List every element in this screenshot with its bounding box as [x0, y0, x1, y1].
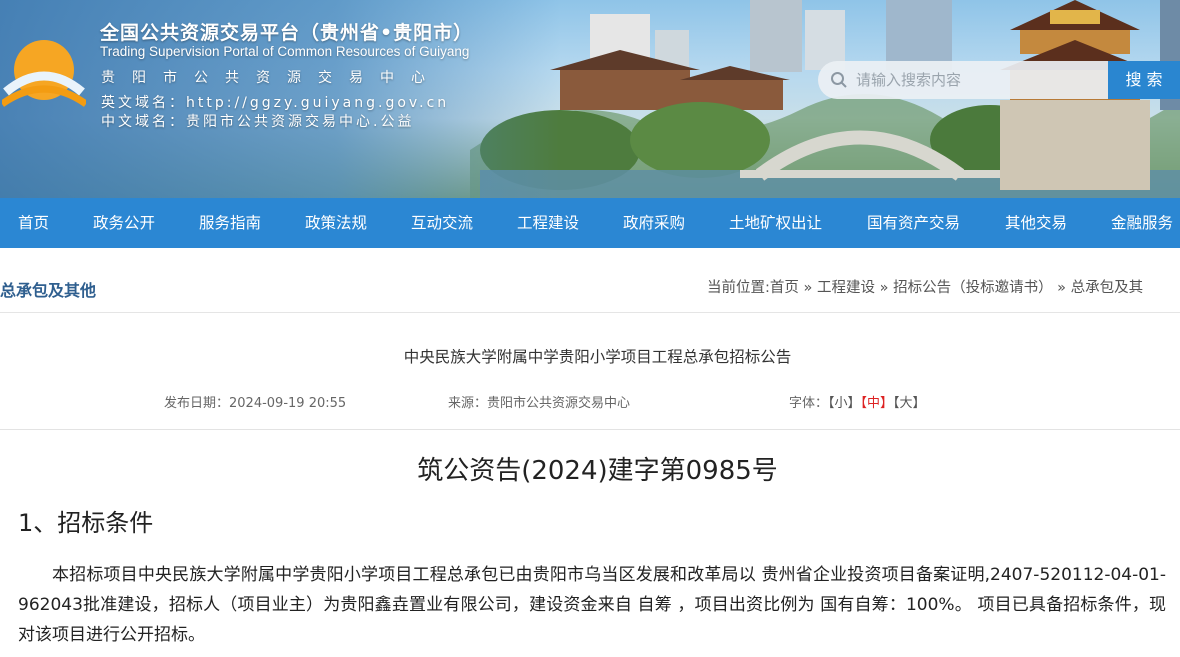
site-title: 全国公共资源交易平台（贵州省•贵阳市） — [100, 22, 474, 44]
cn-domain-label: 中文域名： — [101, 114, 186, 130]
site-banner: 全国公共资源交易平台（贵州省•贵阳市） Trading Supervision … — [0, 0, 1180, 198]
en-domain-label: 英文域名： — [101, 95, 186, 111]
breadcrumb-separator: » — [798, 280, 817, 296]
bid-conditions-paragraph: 本招标项目中央民族大学附属中学贵阳小学项目工程总承包已由贵阳市乌当区发展和改革局… — [18, 565, 1166, 645]
breadcrumb-current[interactable]: 总承包及其 — [1071, 280, 1144, 296]
nav-item-land-mining[interactable]: 土地矿权出让 — [729, 198, 822, 248]
font-size-medium-button[interactable]: 【中】 — [861, 396, 894, 411]
breadcrumb: 当前位置:首页 » 工程建设 » 招标公告（投标邀请书） » 总承包及其 — [707, 276, 1143, 297]
document-number: 筑公资告(2024)建字第0985号 — [417, 456, 778, 486]
nav-item-engineering[interactable]: 工程建设 — [517, 198, 579, 248]
en-domain-value: http://ggzy.guiyang.gov.cn — [186, 95, 450, 111]
cn-domain-value: 贵阳市公共资源交易中心.公益 — [186, 114, 415, 130]
font-size-switcher: 字体：【小】【中】【大】 — [789, 392, 926, 411]
center-name: 贵阳市公共资源交易中心 — [101, 70, 442, 86]
site-subtitle: Trading Supervision Portal of Common Res… — [100, 44, 470, 59]
publish-date: 发布日期：2024-09-19 20:55 — [164, 392, 346, 411]
section-title: 总承包及其他 — [0, 281, 97, 300]
source-value: 贵阳市公共资源交易中心 — [487, 396, 631, 411]
section-heading-bid-conditions: 1、招标条件 — [18, 509, 154, 537]
main-nav: 首页 政务公开 服务指南 政策法规 互动交流 工程建设 政府采购 土地矿权出让 … — [0, 198, 1180, 248]
breadcrumb-separator: » — [1052, 280, 1071, 296]
breadcrumb-prefix: 当前位置: — [707, 280, 770, 296]
nav-item-financial[interactable]: 金融服务 — [1111, 198, 1173, 248]
breadcrumb-bid-notice[interactable]: 招标公告（投标邀请书） — [893, 280, 1053, 296]
font-size-label: 字体： — [789, 396, 829, 411]
nav-item-service-guide[interactable]: 服务指南 — [199, 198, 261, 248]
nav-item-interaction[interactable]: 互动交流 — [411, 198, 473, 248]
location-bar: 总承包及其他 当前位置:首页 » 工程建设 » 招标公告（投标邀请书） » 总承… — [0, 249, 1180, 313]
search-input[interactable] — [856, 61, 1101, 99]
search-icon — [831, 72, 847, 88]
article-source: 来源：贵阳市公共资源交易中心 — [448, 392, 630, 411]
breadcrumb-separator: » — [874, 280, 894, 296]
search-box — [818, 61, 1108, 99]
en-domain-line: 英文域名：http://ggzy.guiyang.gov.cn — [101, 92, 449, 112]
nav-item-home[interactable]: 首页 — [18, 198, 49, 248]
header-divider — [0, 429, 1180, 430]
cn-domain-line: 中文域名：贵阳市公共资源交易中心.公益 — [101, 111, 414, 131]
search-button[interactable]: 搜 索 — [1108, 61, 1180, 99]
publish-date-value: 2024-09-19 20:55 — [229, 396, 347, 411]
publish-date-label: 发布日期： — [164, 396, 230, 411]
nav-item-state-assets[interactable]: 国有资产交易 — [867, 198, 960, 248]
font-size-small-button[interactable]: 【小】 — [828, 396, 861, 411]
breadcrumb-engineering[interactable]: 工程建设 — [817, 280, 875, 296]
breadcrumb-home[interactable]: 首页 — [770, 280, 799, 296]
nav-item-policies[interactable]: 政策法规 — [305, 198, 367, 248]
nav-item-procurement[interactable]: 政府采购 — [623, 198, 685, 248]
article-title: 中央民族大学附属中学贵阳小学项目工程总承包招标公告 — [403, 348, 792, 366]
nav-item-government-affairs[interactable]: 政务公开 — [93, 198, 155, 248]
font-size-large-button[interactable]: 【大】 — [893, 396, 926, 411]
sunrise-logo-icon — [2, 40, 86, 107]
source-label: 来源： — [448, 396, 488, 411]
nav-item-other-trading[interactable]: 其他交易 — [1005, 198, 1067, 248]
